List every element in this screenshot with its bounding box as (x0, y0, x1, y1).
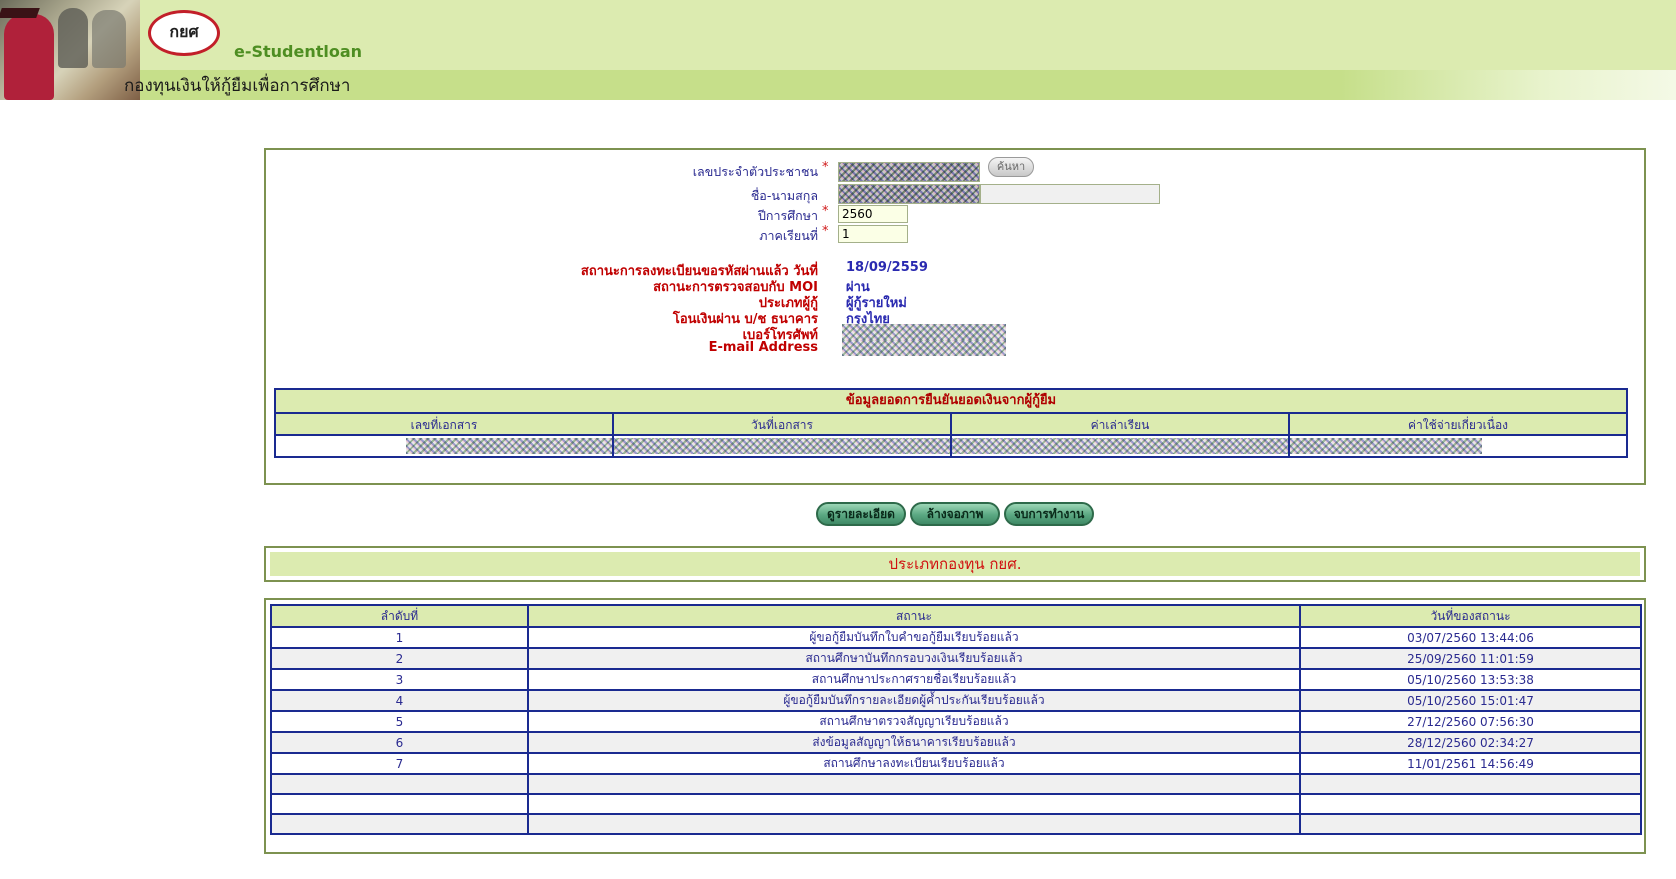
year-label: ปีการศึกษา (758, 208, 818, 223)
cell-status: ผู้ขอกู้ยืมบันทึกรายละเอียดผู้ค้ำประกันเ… (527, 689, 1301, 712)
cell-status-date (1299, 813, 1642, 835)
cell-sequence: 4 (270, 689, 529, 712)
info-value-email-masked (842, 340, 1006, 356)
cell-status-date: 25/09/2560 11:01:59 (1299, 647, 1642, 670)
cell-status-date (1299, 793, 1642, 815)
cell-tuition (952, 436, 1290, 456)
fund-type-panel: ประเภทกองทุน กยศ. (264, 546, 1646, 582)
cell-status-date: 28/12/2560 02:34:27 (1299, 731, 1642, 754)
required-mark: * (822, 204, 829, 219)
citizen-id-label: เลขประจำตัวประชาชน (692, 164, 818, 179)
cell-status-date (1299, 773, 1642, 795)
col-header-status: สถานะ (527, 604, 1301, 628)
table-row (270, 793, 1642, 815)
surname-field (980, 184, 1160, 204)
name-label: ชื่อ-นามสกุล (750, 188, 818, 203)
brand-name: e-Studentloan (234, 42, 363, 61)
confirmation-table-title: ข้อมูลยอดการยืนยันยอดเงินจากผู้กู้ยืม (276, 390, 1626, 414)
col-header-doc-number: เลขที่เอกสาร (276, 414, 614, 436)
required-mark: * (822, 160, 829, 175)
table-row: 4 ผู้ขอกู้ยืมบันทึกรายละเอียดผู้ค้ำประกัน… (270, 689, 1642, 712)
cell-status: ผู้ขอกู้ยืมบันทึกใบคำขอกู้ยืมเรียบร้อยแล… (527, 626, 1301, 649)
year-input[interactable] (838, 205, 908, 223)
semester-label: ภาคเรียนที่ (759, 228, 818, 243)
cell-sequence: 1 (270, 626, 529, 649)
cell-status-date: 11/01/2561 14:56:49 (1299, 752, 1642, 775)
cell-sequence: 5 (270, 710, 529, 733)
col-header-related-expenses: ค่าใช้จ่ายเกี่ยวเนื่อง (1290, 414, 1626, 436)
table-row: 3 สถานศึกษาประกาศรายชื่อเรียบร้อยแล้ว 05/1… (270, 668, 1642, 691)
col-header-sequence: ลำดับที่ (270, 604, 529, 628)
status-table: ลำดับที่ สถานะ วันที่ของสถานะ 1 ผู้ขอกู้ย… (270, 604, 1642, 835)
name-field (838, 184, 980, 204)
table-row: 1 ผู้ขอกู้ยืมบันทึกใบคำขอกู้ยืมเรียบร้อยแ… (270, 626, 1642, 649)
col-header-doc-date: วันที่เอกสาร (614, 414, 952, 436)
finish-button[interactable]: จบการทำงาน (1004, 502, 1094, 526)
cell-doc-number (276, 436, 614, 456)
cell-sequence (270, 793, 529, 815)
semester-input[interactable] (838, 225, 908, 243)
table-row: 7 สถานศึกษาลงทะเบียนเรียบร้อยแล้ว 11/01/25… (270, 752, 1642, 775)
clear-screen-button[interactable]: ล้างจอภาพ (910, 502, 1000, 526)
fund-type-label: ประเภทกองทุน กยศ. (270, 552, 1640, 576)
header-title: กองทุนเงินให้กู้ยืมเพื่อการศึกษา (124, 76, 351, 96)
view-details-button[interactable]: ดูรายละเอียด (816, 502, 906, 526)
cell-status: สถานศึกษาประกาศรายชื่อเรียบร้อยแล้ว (527, 668, 1301, 691)
citizen-id-field[interactable] (838, 162, 980, 182)
cell-status (527, 793, 1301, 815)
cell-sequence: 3 (270, 668, 529, 691)
cell-status (527, 773, 1301, 795)
cell-status-date: 05/10/2560 13:53:38 (1299, 668, 1642, 691)
cell-sequence: 7 (270, 752, 529, 775)
cell-doc-date (614, 436, 952, 456)
cell-status: ส่งข้อมูลสัญญาให้ธนาคารเรียบร้อยแล้ว (527, 731, 1301, 754)
table-row: 5 สถานศึกษาตรวจสัญญาเรียบร้อยแล้ว 27/12/25… (270, 710, 1642, 733)
cell-status-date: 27/12/2560 07:56:30 (1299, 710, 1642, 733)
loan-confirmation-table: ข้อมูลยอดการยืนยันยอดเงินจากผู้กู้ยืม เล… (274, 388, 1628, 458)
table-row: 2 สถานศึกษาบันทึกกรอบวงเงินเรียบร้อยแล้ว 2… (270, 647, 1642, 670)
cell-status: สถานศึกษาบันทึกกรอบวงเงินเรียบร้อยแล้ว (527, 647, 1301, 670)
cell-sequence: 6 (270, 731, 529, 754)
table-row: 6 ส่งข้อมูลสัญญาให้ธนาคารเรียบร้อยแล้ว 28/… (270, 731, 1642, 754)
search-panel: เลขประจำตัวประชาชน * ค้นหา ชื่อ-นามสกุล … (264, 148, 1646, 485)
info-value-phone-masked (842, 324, 1006, 340)
info-label-email: E-mail Address (708, 340, 818, 355)
site-header: กยศ e-Studentloan กองทุนเงินให้กู้ยืมเพื… (0, 0, 1676, 100)
cell-related-expenses (1290, 436, 1626, 456)
cell-status-date: 05/10/2560 15:01:47 (1299, 689, 1642, 712)
cell-status-date: 03/07/2560 13:44:06 (1299, 626, 1642, 649)
cell-sequence: 2 (270, 647, 529, 670)
site-logo: กยศ (148, 10, 220, 56)
table-row (276, 436, 1626, 456)
search-button[interactable]: ค้นหา (988, 157, 1034, 177)
table-row (270, 813, 1642, 835)
header-photo (0, 0, 140, 100)
status-panel: ลำดับที่ สถานะ วันที่ของสถานะ 1 ผู้ขอกู้ย… (264, 598, 1646, 854)
info-value-registration: 18/09/2559 (846, 260, 928, 275)
cell-status (527, 813, 1301, 835)
cell-sequence (270, 773, 529, 795)
col-header-tuition: ค่าเล่าเรียน (952, 414, 1290, 436)
cell-sequence (270, 813, 529, 835)
cell-status: สถานศึกษาตรวจสัญญาเรียบร้อยแล้ว (527, 710, 1301, 733)
col-header-status-date: วันที่ของสถานะ (1299, 604, 1642, 628)
cell-status: สถานศึกษาลงทะเบียนเรียบร้อยแล้ว (527, 752, 1301, 775)
required-mark: * (822, 224, 829, 239)
table-row (270, 773, 1642, 795)
